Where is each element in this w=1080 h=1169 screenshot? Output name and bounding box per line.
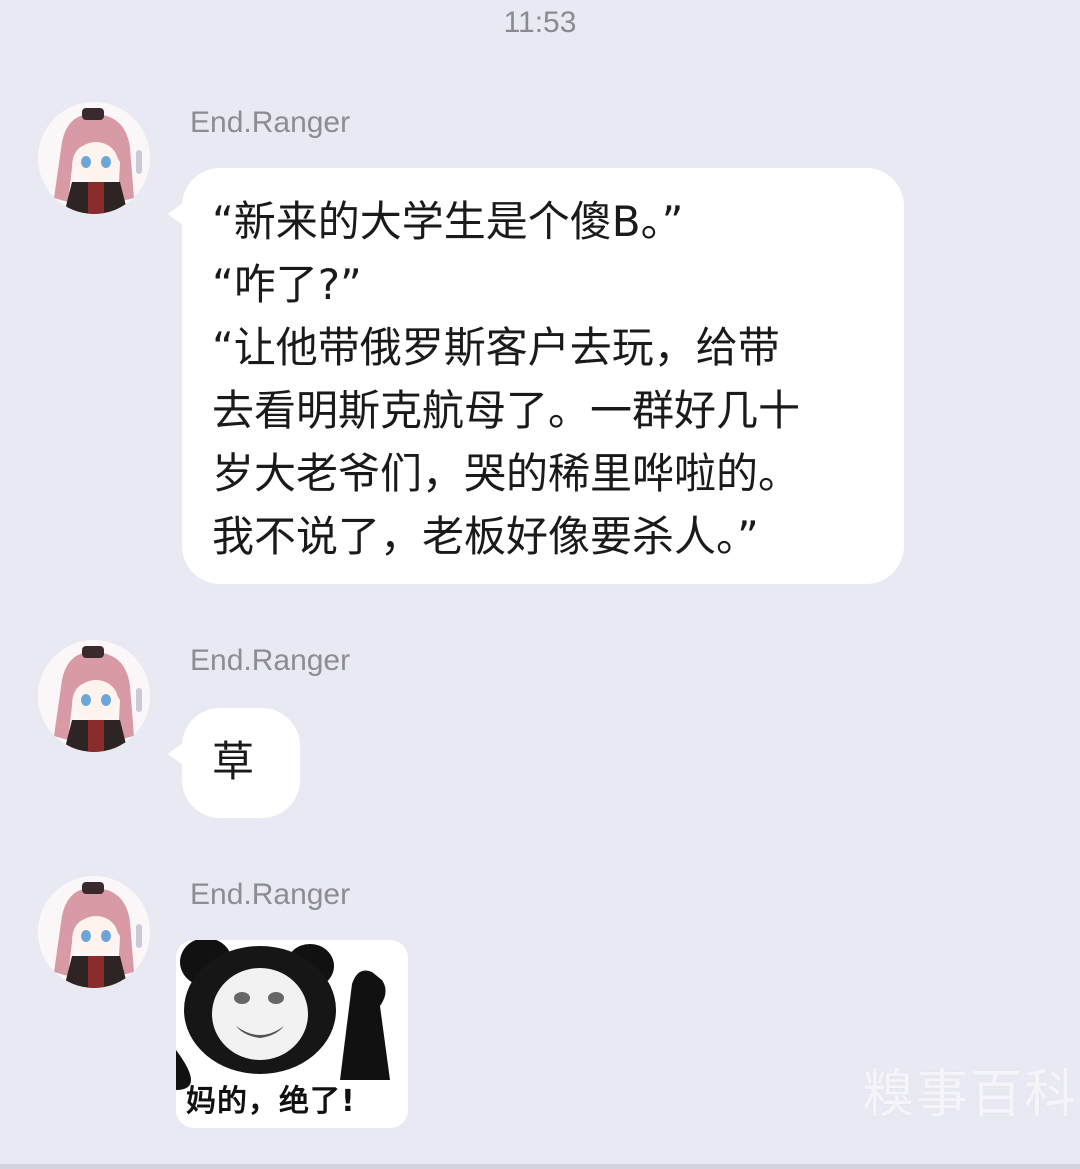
bubble-tail [168,202,184,226]
message-text: 草 [212,737,255,786]
sticker-message[interactable]: 妈的，绝了! [176,940,408,1128]
anime-girl-avatar-icon [38,640,150,752]
avatar[interactable] [38,102,150,214]
sender-name: End.Ranger [190,878,351,911]
message-text: “新来的大学生是个傻B。” “咋了?” “让他带俄罗斯客户去玩，给带 去看明斯克… [212,197,801,561]
divider [0,1164,1080,1169]
anime-girl-avatar-icon [38,102,150,214]
avatar[interactable] [38,876,150,988]
message-bubble[interactable]: “新来的大学生是个傻B。” “咋了?” “让他带俄罗斯客户去玩，给带 去看明斯克… [168,168,904,584]
avatar[interactable] [38,640,150,752]
anime-girl-avatar-icon [38,876,150,988]
watermark-logo: 糗事百科 [862,1065,1079,1125]
sender-name: End.Ranger [190,106,351,139]
bubble-tail [168,742,184,766]
sticker-caption: 妈的，绝了! [186,1084,356,1119]
sender-name: End.Ranger [190,644,351,677]
message-timestamp: 11:53 [503,6,577,39]
message-bubble[interactable]: 草 [168,708,300,818]
